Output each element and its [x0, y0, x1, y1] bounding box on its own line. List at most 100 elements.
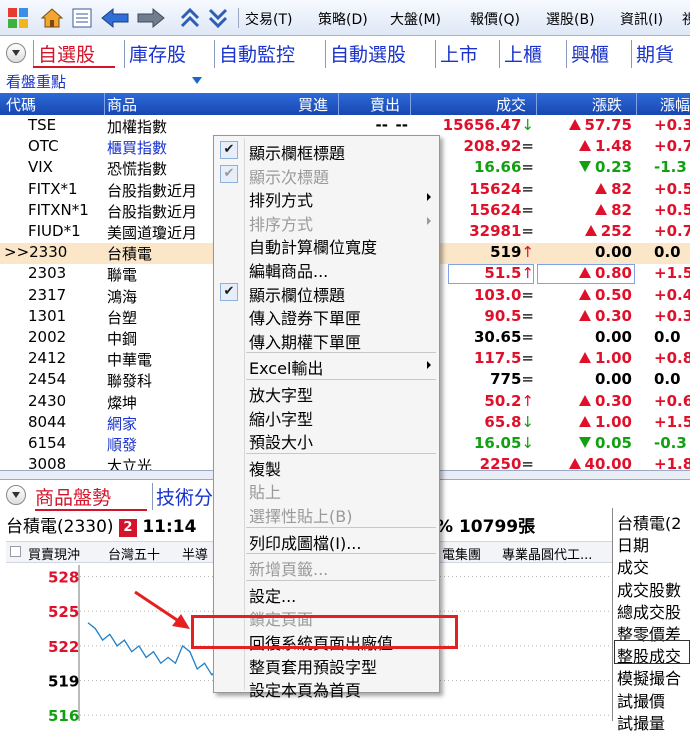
menu-item[interactable]: 自動計算欄位寬度	[214, 233, 439, 257]
up-triangle-icon	[578, 415, 591, 427]
row-name: 中鋼	[107, 330, 138, 348]
focus-label[interactable]: 看盤重點	[6, 71, 66, 92]
y-tick-label: 516	[48, 707, 79, 721]
menu-item[interactable]: ✔ 顯示欄位標題	[214, 281, 439, 305]
filter-semiconductor[interactable]: 半導	[182, 544, 208, 563]
tab-futures[interactable]: 期貨	[631, 40, 674, 68]
menu-item[interactable]: 設定...	[214, 582, 439, 606]
back-arrow-icon[interactable]	[100, 6, 130, 30]
tab-technical[interactable]: 技術分	[152, 483, 213, 510]
row-price-value: 90.5	[484, 306, 522, 325]
row-code: 2430	[28, 391, 67, 410]
menu-item[interactable]: 縮小字型	[214, 405, 439, 429]
doc-icon[interactable]	[70, 6, 94, 30]
row-pct: +0.3	[654, 116, 690, 134]
row-name: 網家	[107, 414, 138, 433]
menu-separator	[246, 553, 436, 555]
menu-item[interactable]: 列印成圖檔(I)...	[214, 529, 439, 553]
filter-tw50[interactable]: 台灣五十	[108, 544, 160, 563]
col-name[interactable]: 商品	[107, 94, 137, 115]
row-bid: --	[375, 116, 388, 134]
col-change[interactable]: 漲跌	[592, 94, 622, 115]
row-price: 208.92=	[464, 137, 534, 155]
dropdown-arrow-icon[interactable]	[192, 77, 202, 84]
row-code: 8044	[28, 412, 67, 431]
menu-item-label: 排列方式	[249, 191, 314, 211]
cell-focus-outline	[537, 264, 635, 285]
sub-bar: 看盤重點	[0, 69, 690, 93]
row-change-value: 0.30	[594, 306, 632, 325]
menu-item[interactable]: 整頁套用預設字型	[214, 653, 439, 677]
menu-trade[interactable]: 交易(T)	[245, 9, 292, 29]
menu-item-label: 顯示欄位標題	[249, 285, 346, 305]
col-bid[interactable]: 買進	[298, 94, 328, 115]
lower-tab-menu-button[interactable]	[6, 485, 26, 505]
menu-quote[interactable]: 報價(Q)	[470, 9, 520, 29]
down-chevron-icon[interactable]	[206, 6, 230, 30]
menu-view[interactable]: 視	[682, 9, 690, 29]
tab-listed[interactable]: 上市	[435, 40, 478, 68]
menu-item[interactable]: 預設大小	[214, 428, 439, 453]
menu-item[interactable]: 傳入證券下單匣	[214, 304, 439, 328]
menu-separator	[246, 352, 436, 354]
tab-menu-button[interactable]	[6, 43, 26, 63]
tab-otc[interactable]: 上櫃	[499, 40, 542, 68]
menu-item[interactable]: ✔ 顯示欄框標題	[214, 139, 439, 163]
menu-strategy[interactable]: 策略(D)	[318, 9, 368, 29]
tab-inventory[interactable]: 庫存股	[124, 40, 186, 68]
menu-item[interactable]: 編輯商品...	[214, 257, 439, 281]
row-code: >>2330	[4, 243, 68, 262]
row-name: 台塑	[107, 308, 138, 327]
col-code[interactable]: 代碼	[6, 94, 36, 115]
menu-market[interactable]: 大盤(M)	[390, 9, 441, 29]
menu-info[interactable]: 資訊(I)	[620, 9, 663, 29]
menu-item[interactable]: 設定本頁為首頁	[214, 676, 439, 700]
forward-arrow-icon[interactable]	[136, 6, 166, 30]
menu-item-label: 選擇性貼上(B)	[249, 507, 353, 526]
col-ask[interactable]: 賣出	[370, 94, 400, 115]
row-name: 順發	[107, 436, 138, 454]
row-name: 恐慌指數	[107, 160, 168, 179]
tab-auto-pick[interactable]: 自動選股	[325, 40, 406, 68]
menu-stock-pick[interactable]: 選股(B)	[546, 9, 595, 29]
tab-watchlist[interactable]: 自選股	[33, 40, 95, 68]
context-menu: ✔ 顯示欄框標題 ✔ 顯示次標題 排列方式 排序方式 自動計算欄位寬度 編輯商品... ✔ 顯示欄…	[213, 135, 440, 700]
row-code: 2303	[28, 264, 67, 283]
row-price: 519↑	[490, 243, 534, 261]
row-change-value: 1.00	[594, 349, 632, 368]
menu-item[interactable]: 排列方式	[214, 186, 439, 211]
menu-item-label: 放大字型	[249, 386, 314, 405]
menu-item[interactable]: 傳入期權下單匣	[214, 328, 439, 352]
y-tick-label: 528	[48, 569, 79, 587]
tab-market-view[interactable]: 商品盤勢	[35, 483, 111, 510]
up-chevron-icon[interactable]	[178, 6, 202, 30]
row-pct: 0.0	[654, 328, 681, 346]
row-code: 2412	[28, 349, 67, 368]
row-change-value: 252	[600, 222, 632, 240]
filter-group[interactable]: 電集團	[442, 544, 481, 563]
tab-emerging[interactable]: 興櫃	[566, 40, 609, 68]
row-price-value: 65.8	[484, 412, 522, 431]
filter-day-trade[interactable]: 買賣現沖	[28, 544, 80, 563]
row-price: 16.66=	[474, 158, 534, 176]
up-triangle-icon	[568, 458, 581, 470]
filter-checkbox[interactable]	[10, 546, 21, 557]
tab-auto-monitor[interactable]: 自動監控	[214, 40, 295, 68]
grid-icon[interactable]	[6, 6, 30, 30]
menu-item[interactable]: Excel輸出	[214, 354, 439, 378]
row-price-value: 519	[490, 243, 522, 262]
filter-foundry[interactable]: 專業晶圓代工...	[502, 544, 592, 563]
home-icon[interactable]	[40, 6, 64, 30]
row-pct: +0.8	[654, 349, 690, 368]
row-price-value: 117.5	[473, 349, 522, 368]
menu-item[interactable]: 複製	[214, 455, 439, 479]
row-pct: +0.7	[654, 222, 690, 240]
menu-item[interactable]: 放大字型	[214, 381, 439, 405]
menu-item-label: 預設大小	[249, 433, 314, 453]
table-row[interactable]: TSE 加權指數 -- -- 15656.47↓ 57.75 +0.3	[0, 116, 690, 137]
menu-item-label: 貼上	[249, 483, 282, 503]
row-price-value: 208.92	[463, 137, 522, 156]
col-pct[interactable]: 漲幅	[660, 94, 690, 115]
row-code: VIX	[28, 158, 53, 177]
col-price[interactable]: 成交	[496, 94, 526, 115]
